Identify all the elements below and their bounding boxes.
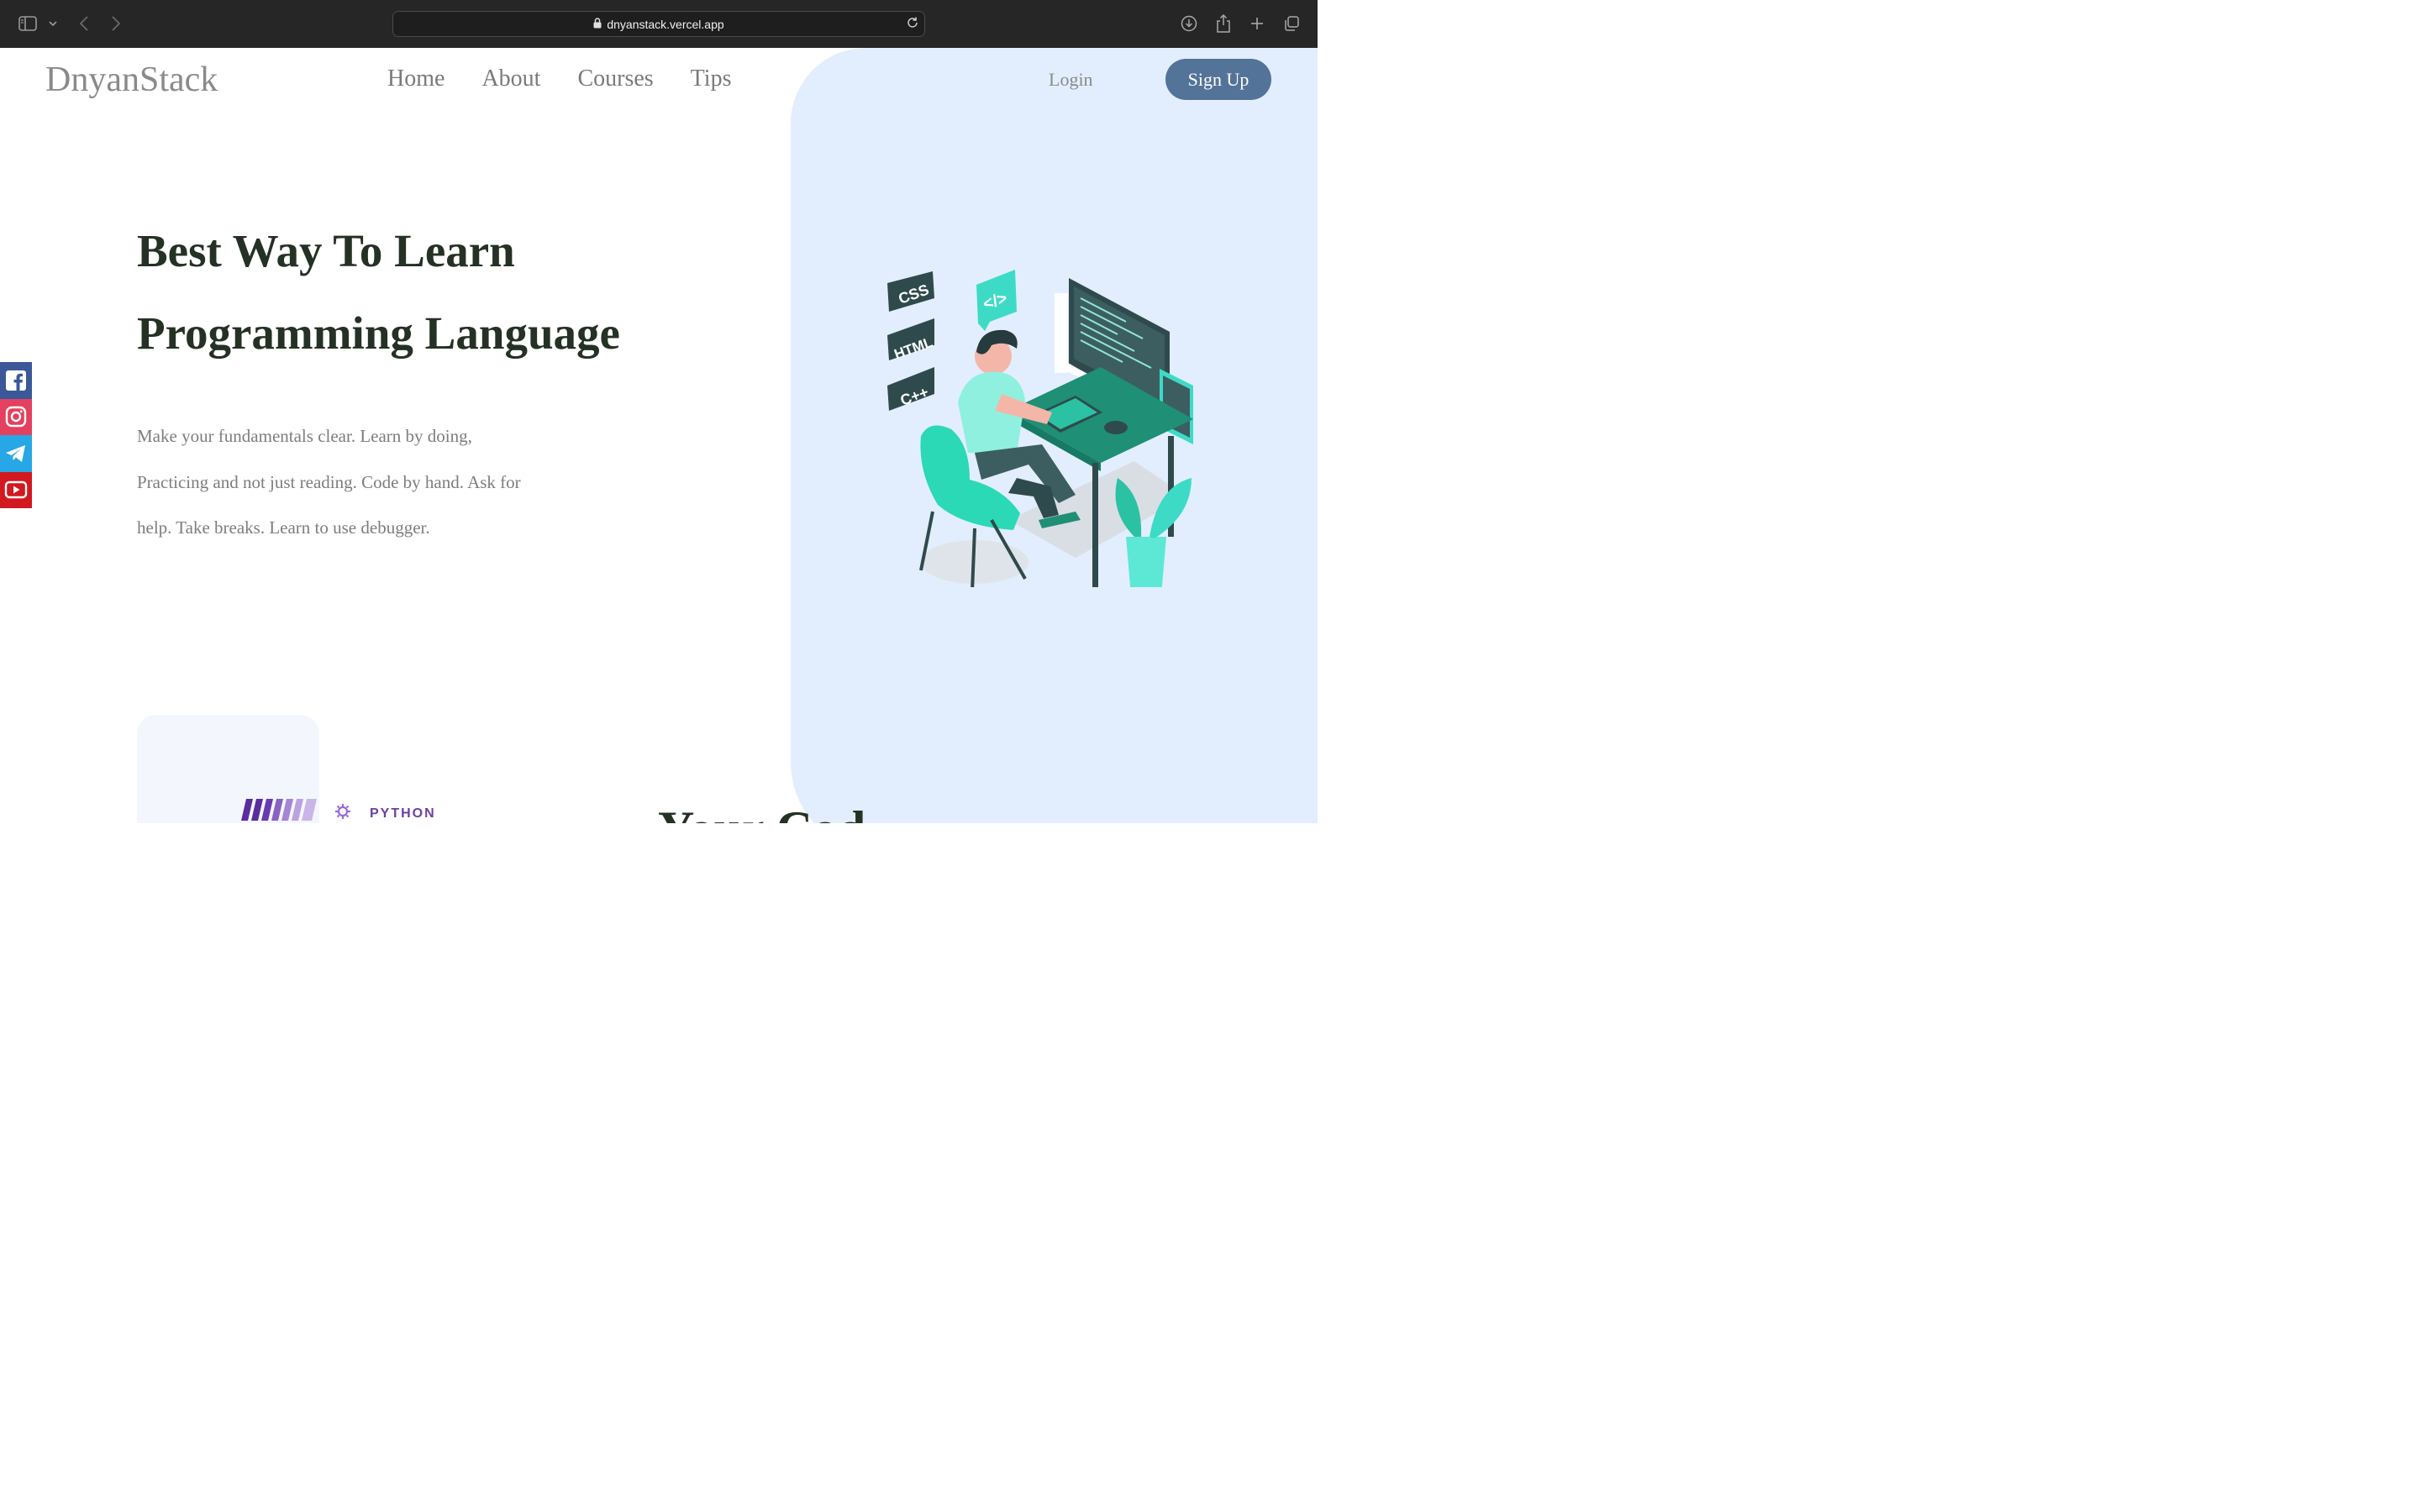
stripes-decoration xyxy=(241,799,317,821)
reload-icon[interactable] xyxy=(906,16,919,32)
developer-illustration: CSS HTML C++ </> xyxy=(887,270,1193,587)
hero-title-line-1: Best Way To Learn xyxy=(137,225,515,276)
social-sidebar xyxy=(0,362,32,508)
code-badge: </> xyxy=(976,270,1017,331)
download-icon[interactable] xyxy=(1178,13,1200,34)
facebook-icon[interactable] xyxy=(0,362,32,399)
web-page: DnyanStack Home About Courses Tips Login… xyxy=(0,48,1318,823)
sidebar-icon[interactable] xyxy=(17,13,39,34)
telegram-icon[interactable] xyxy=(0,435,32,472)
nav-home[interactable]: Home xyxy=(387,66,445,92)
main-nav: Home About Courses Tips xyxy=(387,66,731,92)
nav-courses[interactable]: Courses xyxy=(577,66,653,92)
login-link[interactable]: Login xyxy=(1049,69,1093,91)
instagram-icon[interactable] xyxy=(0,398,32,435)
hero-title: Best Way To Learn Programming Language xyxy=(137,210,620,375)
cpp-tag: C++ xyxy=(887,367,934,411)
hero-desc-line-2: Practicing and not just reading. Code by… xyxy=(137,471,521,492)
hero-description: Make your fundamentals clear. Learn by d… xyxy=(137,413,557,551)
chevron-down-icon[interactable] xyxy=(42,13,64,34)
python-label: PYTHON xyxy=(370,806,436,821)
youtube-icon[interactable] xyxy=(0,471,32,508)
forward-icon[interactable] xyxy=(105,13,127,34)
hero-title-line-2: Programming Language xyxy=(137,307,620,359)
nav-tips[interactable]: Tips xyxy=(691,66,732,92)
site-logo[interactable]: DnyanStack xyxy=(45,60,218,100)
tabs-overview-icon[interactable] xyxy=(1281,13,1302,34)
address-bar[interactable]: dnyanstack.vercel.app xyxy=(392,11,925,37)
hero-desc-line-3: help. Take breaks. Learn to use debugger… xyxy=(137,517,430,538)
lock-icon xyxy=(593,17,602,31)
back-icon[interactable] xyxy=(73,13,95,34)
share-icon[interactable] xyxy=(1213,13,1234,34)
html-tag: HTML xyxy=(887,318,934,363)
css-tag: CSS xyxy=(887,271,934,312)
nav-about[interactable]: About xyxy=(481,66,540,92)
hero-desc-line-1: Make your fundamentals clear. Learn by d… xyxy=(137,426,472,446)
signup-button[interactable]: Sign Up xyxy=(1165,59,1271,100)
url-text: dnyanstack.vercel.app xyxy=(607,17,724,31)
section-heading: Your Cod xyxy=(658,801,865,823)
browser-toolbar: dnyanstack.vercel.app xyxy=(0,0,1318,48)
gear-icon xyxy=(335,804,350,819)
new-tab-icon[interactable] xyxy=(1246,13,1268,34)
